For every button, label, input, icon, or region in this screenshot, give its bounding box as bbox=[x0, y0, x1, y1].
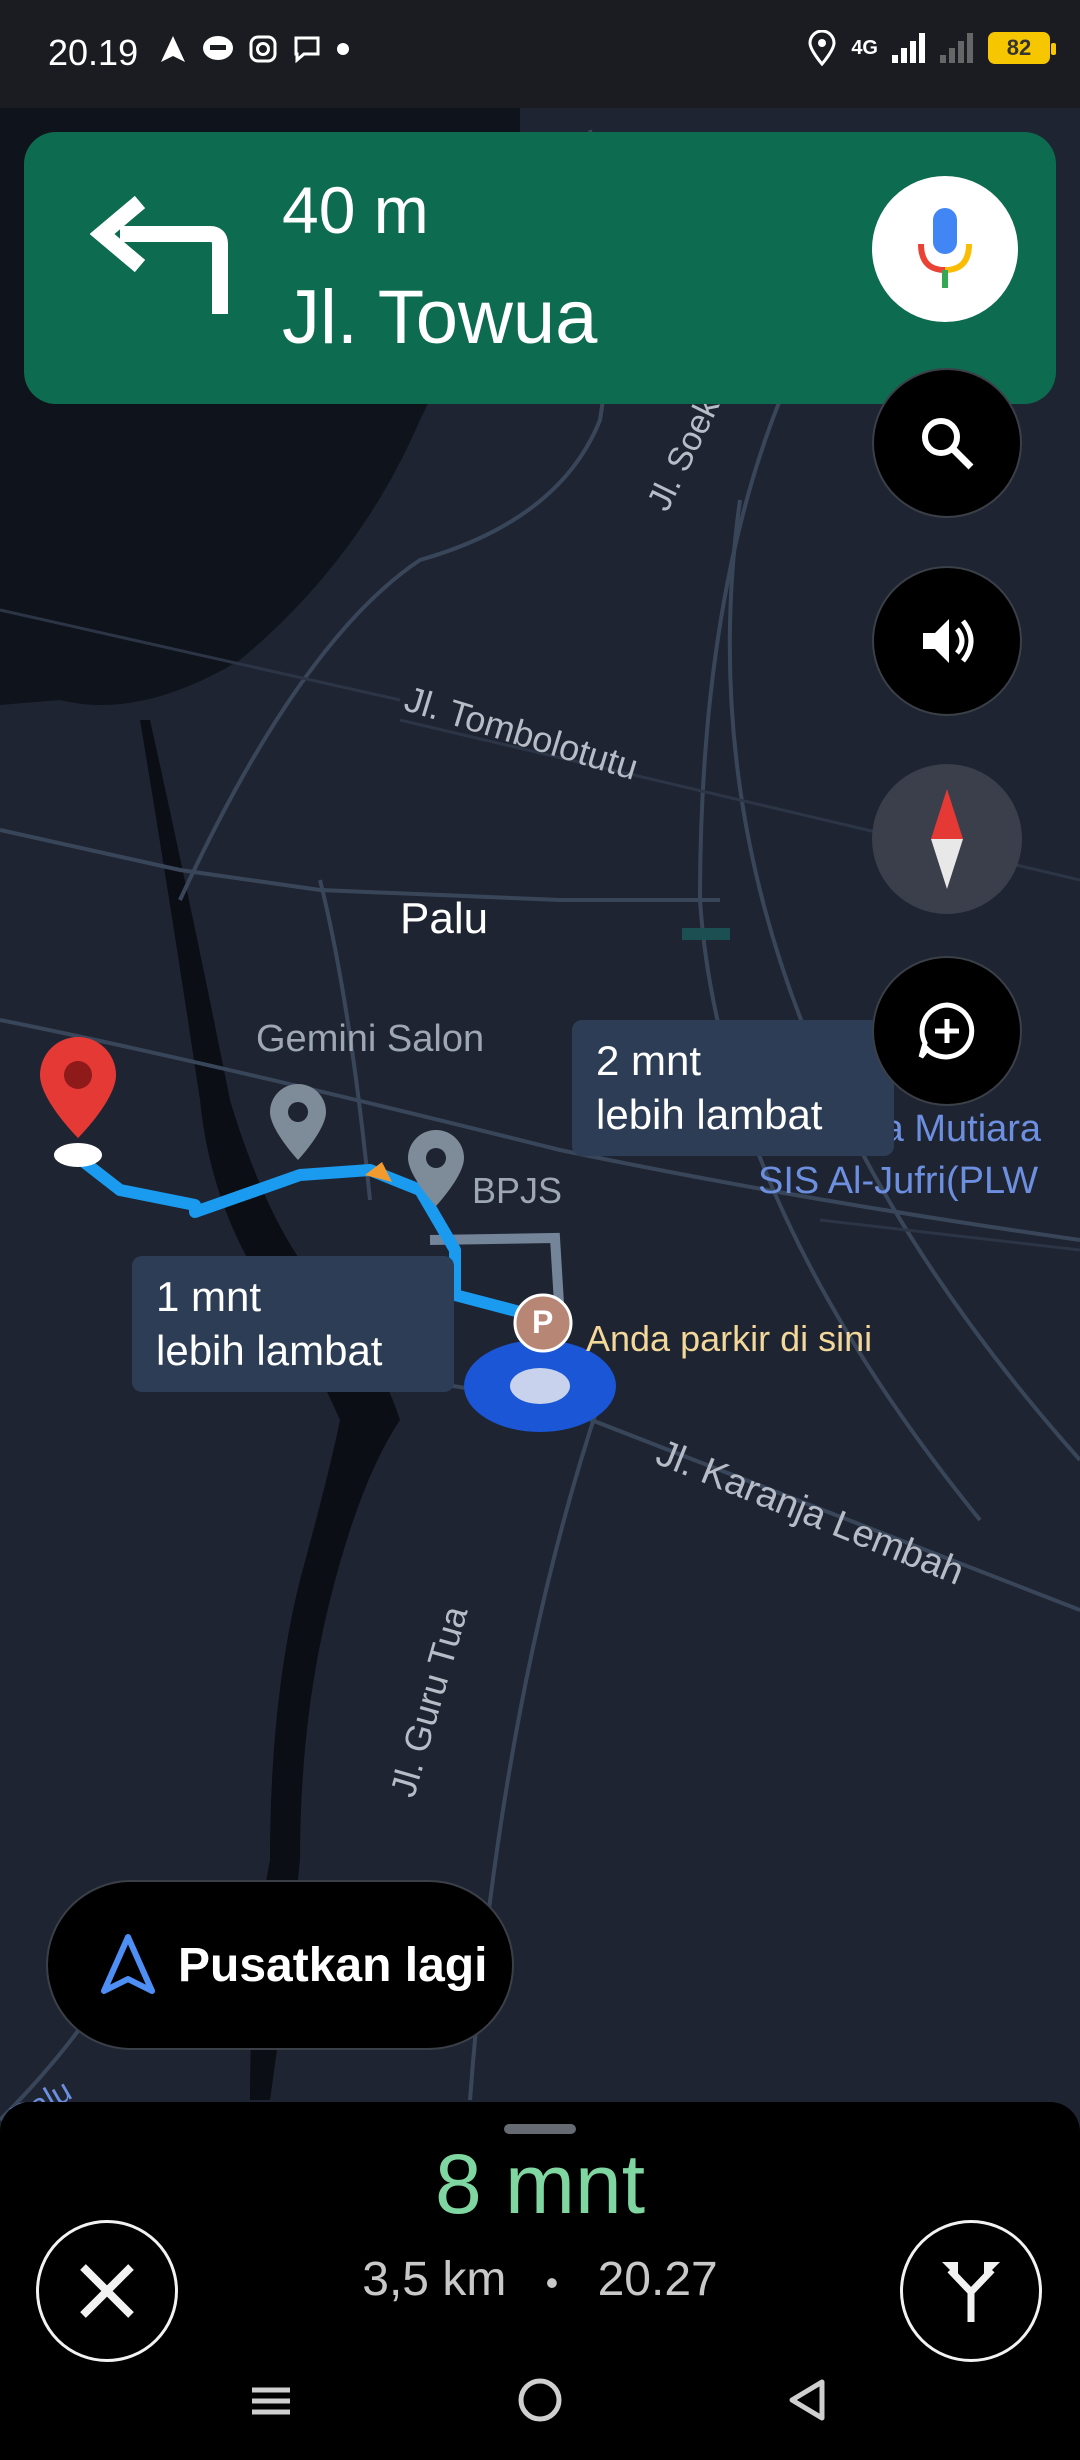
signal-icon bbox=[892, 33, 925, 63]
fork-routes-icon bbox=[942, 2262, 1000, 2322]
map-label-poi-sis[interactable]: SIS Al-Jufri(PLW bbox=[758, 1160, 1038, 1203]
compass-button[interactable] bbox=[872, 764, 1022, 914]
map-label-poi-mutiara[interactable]: ra Mutiara bbox=[870, 1108, 1041, 1151]
eta-duration: 8 mnt bbox=[0, 2136, 1080, 2233]
search-button[interactable] bbox=[872, 368, 1022, 518]
route-alternative-desc: lebih lambat bbox=[156, 1327, 383, 1374]
menu-icon[interactable] bbox=[252, 2387, 290, 2415]
maneuver-distance: 40 m bbox=[282, 173, 429, 247]
location-icon bbox=[808, 30, 836, 66]
home-icon[interactable] bbox=[518, 2378, 562, 2422]
map-label-city: Palu bbox=[400, 894, 489, 943]
search-icon bbox=[922, 418, 974, 470]
trip-distance: 3,5 km bbox=[362, 2253, 507, 2306]
status-system-icons: 4G 82 bbox=[807, 30, 1056, 66]
compass-icon bbox=[931, 789, 963, 889]
arrival-time: 20.27 bbox=[597, 2253, 718, 2306]
volume-icon bbox=[923, 619, 974, 663]
battery-indicator: 82 bbox=[988, 32, 1056, 64]
status-notification-icons bbox=[158, 34, 350, 64]
navigation-arrow-icon bbox=[101, 1934, 155, 1994]
maneuver-street: Jl. Towua bbox=[282, 275, 598, 360]
route-alternative-time: 2 mnt bbox=[596, 1037, 702, 1084]
trip-separator: • bbox=[545, 2262, 559, 2303]
status-time: 20.19 bbox=[48, 32, 139, 73]
route-alternative-desc: lebih lambat bbox=[596, 1091, 823, 1138]
line-app-icon bbox=[203, 36, 233, 60]
eta-unit: mnt bbox=[505, 2137, 646, 2231]
map-label-poi-gemini[interactable]: Gemini Salon bbox=[256, 1018, 484, 1061]
recenter-button[interactable]: Pusatkan lagi bbox=[46, 1880, 514, 2050]
current-location-dot bbox=[510, 1368, 570, 1404]
back-icon[interactable] bbox=[789, 2379, 825, 2421]
drag-handle[interactable] bbox=[504, 2124, 576, 2134]
status-bar: 20.19 4G 82 bbox=[0, 0, 1080, 108]
route-alternative-1[interactable]: 2 mnt lebih lambat bbox=[572, 1020, 894, 1156]
dot-icon bbox=[337, 43, 349, 55]
signal-icon-secondary bbox=[940, 33, 973, 63]
eta-value: 8 bbox=[434, 2137, 482, 2231]
route-alternative-time: 1 mnt bbox=[156, 1273, 262, 1320]
map-label-parking: Anda parkir di sini bbox=[586, 1318, 873, 1359]
navigation-status-icon bbox=[161, 36, 185, 62]
map-label-poi-bpjs[interactable]: BPJS bbox=[472, 1170, 562, 1212]
microphone-icon bbox=[918, 208, 972, 288]
navigation-banner[interactable]: 40 m Jl. Towua bbox=[24, 132, 1056, 404]
parking-badge: P bbox=[532, 1304, 554, 1340]
network-type: 4G bbox=[851, 36, 878, 59]
instagram-icon bbox=[249, 35, 277, 63]
add-report-button[interactable] bbox=[872, 956, 1022, 1106]
voice-search-button[interactable] bbox=[872, 176, 1018, 322]
route-alternative-2[interactable]: 1 mnt lebih lambat bbox=[132, 1256, 454, 1392]
sound-button[interactable] bbox=[872, 566, 1022, 716]
system-navigation-bar bbox=[252, 2378, 825, 2422]
recenter-label: Pusatkan lagi bbox=[178, 1938, 488, 1992]
turn-left-icon bbox=[90, 195, 228, 314]
messenger-icon bbox=[294, 36, 320, 64]
add-comment-icon bbox=[918, 1002, 975, 1060]
